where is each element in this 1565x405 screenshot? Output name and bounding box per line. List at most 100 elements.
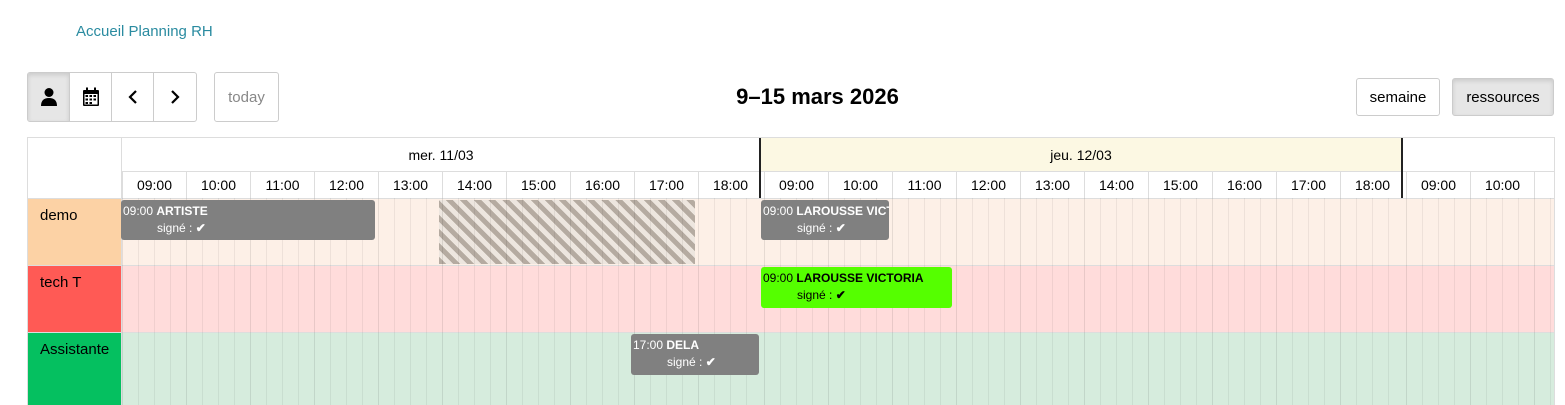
grid-line xyxy=(1100,198,1101,405)
grid-line xyxy=(602,198,603,405)
time-slot-header: 15:00 xyxy=(506,172,570,198)
grid-line xyxy=(1196,198,1197,405)
grid-line xyxy=(410,198,411,405)
grid-line xyxy=(1148,198,1149,405)
resource-column: demo tech T Assistante xyxy=(28,138,122,405)
grid-line xyxy=(1518,198,1519,405)
grid-line xyxy=(1388,198,1389,405)
grid-line xyxy=(1036,198,1037,405)
grid-line xyxy=(1212,198,1213,405)
view-week-button[interactable]: semaine xyxy=(1356,78,1440,116)
grid-line xyxy=(1550,198,1551,405)
grid-line xyxy=(1470,198,1471,405)
time-slot-header: 14:00 xyxy=(442,172,506,198)
grid-line xyxy=(1180,198,1181,405)
grid-line xyxy=(988,198,989,405)
time-slot-header: 17:00 xyxy=(634,172,698,198)
time-slot-header: 17:00 xyxy=(1276,172,1340,198)
resource-demo[interactable]: demo xyxy=(28,198,121,265)
time-slot-header: 09:00 xyxy=(1406,172,1470,198)
event-title: ARTISTE xyxy=(156,204,208,218)
grid-line xyxy=(956,198,957,405)
grid-line xyxy=(1454,198,1455,405)
time-slot-header: 16:00 xyxy=(570,172,634,198)
grid-line xyxy=(1324,198,1325,405)
event-time: 09:00 xyxy=(763,204,794,218)
time-slot-header: 09:00 xyxy=(122,172,186,198)
day-header-0: mer. 11/03 xyxy=(122,138,760,172)
grid-line xyxy=(1422,198,1423,405)
event-time: 09:00 xyxy=(123,204,154,218)
resource-tech-t[interactable]: tech T xyxy=(28,265,121,332)
grid-line xyxy=(506,198,507,405)
time-slot-header: 13:00 xyxy=(378,172,442,198)
event-title: DELA xyxy=(666,338,700,352)
grid-line xyxy=(490,198,491,405)
event-status: signé : xyxy=(667,355,703,369)
time-slot-header: 16:00 xyxy=(1212,172,1276,198)
resource-assistante[interactable]: Assistante xyxy=(28,332,121,405)
grid-line xyxy=(442,198,443,405)
home-link[interactable]: Accueil Planning RH xyxy=(76,23,213,40)
event-status: signé : xyxy=(797,288,833,302)
grid-line xyxy=(474,198,475,405)
page-title: 9–15 mars 2026 xyxy=(736,84,899,109)
day-separator xyxy=(1401,138,1403,198)
grid-line xyxy=(1356,198,1357,405)
grid-line xyxy=(972,198,973,405)
grid-line xyxy=(1406,198,1407,405)
event-status: signé : xyxy=(797,221,833,235)
grid-line xyxy=(1372,198,1373,405)
grid-line xyxy=(1052,198,1053,405)
time-slot-header: 15:00 xyxy=(1148,172,1212,198)
grid-line xyxy=(586,198,587,405)
grid-line xyxy=(618,198,619,405)
grid-line xyxy=(378,198,379,405)
event-dela[interactable]: 17:00 DELA signé : ✔ xyxy=(631,334,759,375)
day-header-1: jeu. 12/03 xyxy=(761,138,1401,172)
time-slot-header: 11:00 xyxy=(250,172,314,198)
unavailable-block xyxy=(439,200,695,264)
grid-line xyxy=(554,198,555,405)
grid-line xyxy=(1132,198,1133,405)
grid-line xyxy=(426,198,427,405)
grid-line xyxy=(1116,198,1117,405)
event-artiste[interactable]: 09:00 ARTISTE signé : ✔ xyxy=(121,200,375,240)
grid-line xyxy=(1020,198,1021,405)
grid-line xyxy=(1308,198,1309,405)
grid-line xyxy=(538,198,539,405)
check-icon: ✔ xyxy=(835,288,846,302)
grid-line xyxy=(458,198,459,405)
check-icon: ✔ xyxy=(835,221,846,235)
grid-line xyxy=(1276,198,1277,405)
day-header-2 xyxy=(1403,138,1554,172)
time-slot-header: 18:00 xyxy=(698,172,762,198)
grid-line xyxy=(394,198,395,405)
time-slot-header: 11:00 xyxy=(892,172,956,198)
grid-line xyxy=(1244,198,1245,405)
event-larousse-demo[interactable]: 09:00 LAROUSSE VICTORIA signé : ✔ xyxy=(761,200,889,240)
time-slot-header: 10:00 xyxy=(828,172,892,198)
grid-line xyxy=(1260,198,1261,405)
event-time: 09:00 xyxy=(763,271,794,285)
view-resources-button[interactable]: ressources xyxy=(1452,78,1554,116)
check-icon: ✔ xyxy=(195,221,206,235)
time-slot-header: 12:00 xyxy=(314,172,378,198)
time-slot-header: 10:00 xyxy=(1470,172,1534,198)
time-slot-header: 1 xyxy=(1534,172,1554,198)
grid-line xyxy=(1084,198,1085,405)
event-status: signé : xyxy=(157,221,193,235)
grid-line xyxy=(1228,198,1229,405)
event-time: 17:00 xyxy=(633,338,664,352)
time-slot-header: 13:00 xyxy=(1020,172,1084,198)
time-slot-header: 10:00 xyxy=(186,172,250,198)
grid-line xyxy=(1068,198,1069,405)
grid-line xyxy=(1502,198,1503,405)
time-slot-header: 09:00 xyxy=(764,172,828,198)
event-larousse-tech[interactable]: 09:00 LAROUSSE VICTORIA signé : ✔ xyxy=(761,267,952,308)
grid-line xyxy=(522,198,523,405)
time-slot-header: 12:00 xyxy=(956,172,1020,198)
event-title: LAROUSSE VICTORIA xyxy=(796,204,889,218)
event-title: LAROUSSE VICTORIA xyxy=(796,271,924,285)
grid-line xyxy=(1004,198,1005,405)
